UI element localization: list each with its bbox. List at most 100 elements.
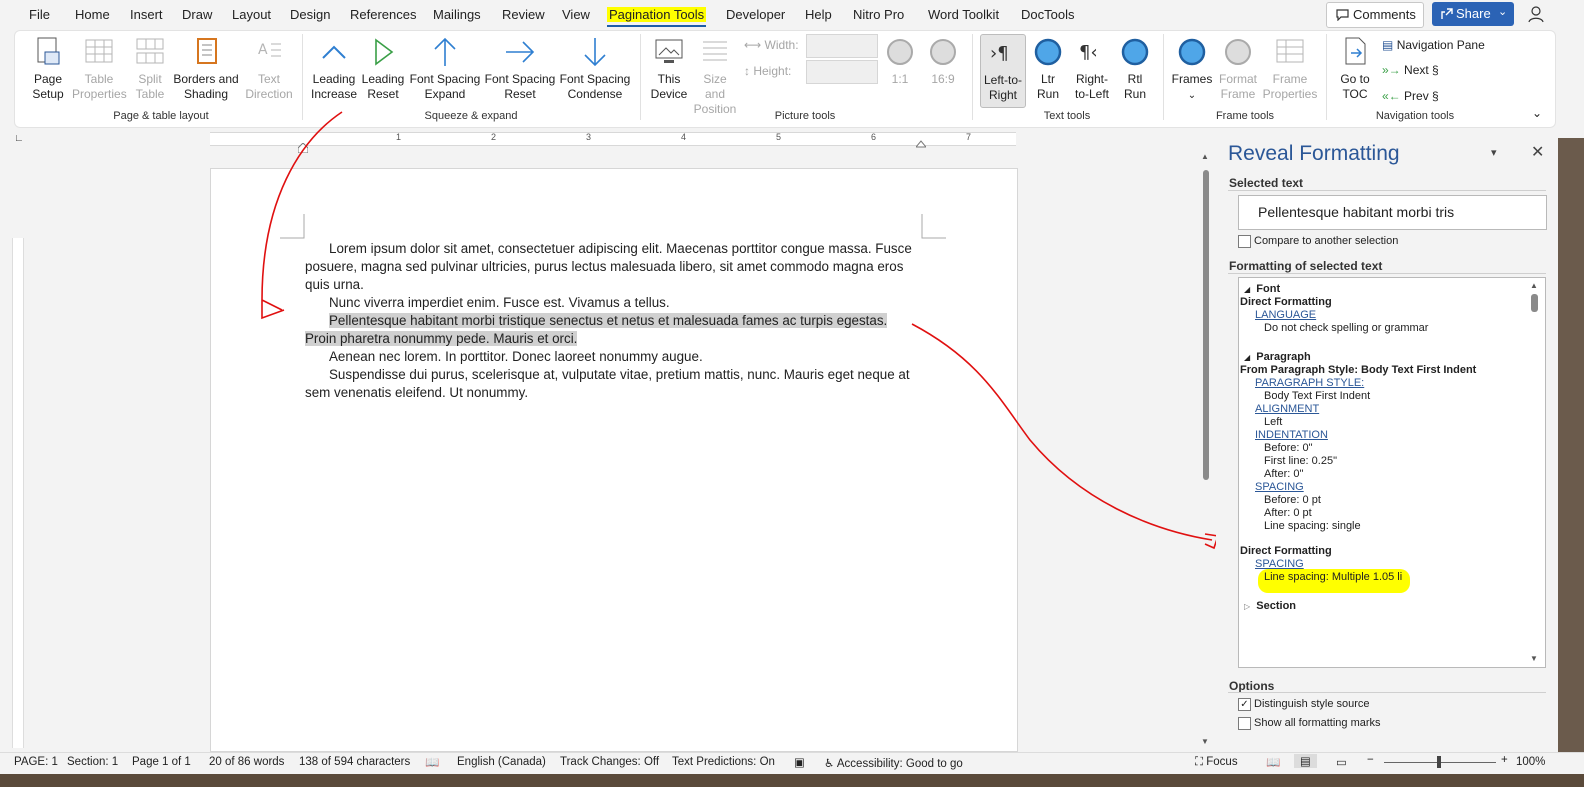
prev-section-button[interactable]: «← Prev § [1382,89,1439,103]
scroll-down-icon[interactable]: ▼ [1201,737,1209,746]
height-input[interactable] [806,60,878,84]
status-language[interactable]: English (Canada) [457,756,546,768]
menu-draw[interactable]: Draw [182,7,212,22]
right-to-left-button[interactable]: ¶‹ Right- to-Left [1070,36,1114,102]
rtl-run-button[interactable]: Rtl Run [1118,36,1152,102]
menu-insert[interactable]: Insert [130,7,163,22]
selected-text-line-1[interactable]: Pellentesque habitant morbi tristique se… [329,313,888,328]
navigation-pane-button[interactable]: ▤ Navigation Pane [1382,38,1485,52]
alignment-link[interactable]: ALIGNMENT [1255,403,1319,415]
this-device-button[interactable]: This Device [648,36,690,102]
left-to-right-button[interactable]: ›¶ Left-to- Right [980,34,1026,108]
menu-developer[interactable]: Developer [726,7,785,22]
indentation-link[interactable]: INDENTATION [1255,429,1328,441]
frames-button[interactable]: Frames ⌄ [1170,36,1214,103]
borders-shading-button[interactable]: Borders and Shading [172,36,240,102]
compare-checkbox[interactable] [1238,235,1251,248]
ltr-run-button[interactable]: Ltr Run [1030,36,1066,102]
horizontal-ruler[interactable]: 1 2 3 4 5 6 7 [210,132,1016,146]
font-spacing-expand-button[interactable]: Font Spacing Expand [408,36,482,102]
show-marks-checkbox[interactable] [1238,717,1251,730]
status-page-of[interactable]: Page 1 of 1 [132,756,191,768]
menu-home[interactable]: Home [75,7,110,22]
share-dropdown-icon[interactable]: ⌄ [1498,5,1507,18]
tree-scroll-up-icon[interactable]: ▲ [1530,281,1538,290]
pane-options-dropdown-icon[interactable]: ▾ [1491,146,1497,159]
share-button[interactable]: Share ⌄ [1432,2,1514,26]
doc-paragraph-2[interactable]: Nunc viverra imperdiet enim. Fusce est. … [305,294,915,312]
indent-marker-icon[interactable] [297,140,309,154]
tab-selector-icon[interactable]: ∟ [14,133,24,144]
font-spacing-condense-button[interactable]: Font Spacing Condense [558,36,632,102]
menu-file[interactable]: File [29,7,50,22]
leading-increase-button[interactable]: Leading Increase [310,36,358,102]
menu-layout[interactable]: Layout [232,7,271,22]
status-words[interactable]: 20 of 86 words [209,756,284,768]
next-section-button[interactable]: »→ Next § [1382,63,1439,77]
focus-button[interactable]: ⛶ Focus [1195,756,1238,769]
paragraph-style-link[interactable]: PARAGRAPH STYLE: [1255,377,1364,389]
menu-nitro-pro[interactable]: Nitro Pro [853,7,904,22]
menu-doctools[interactable]: DocTools [1021,7,1074,22]
menu-help[interactable]: Help [805,7,832,22]
status-text-predictions[interactable]: Text Predictions: On [672,756,775,768]
scroll-up-icon[interactable]: ▲ [1201,152,1209,161]
read-mode-icon[interactable]: 📖 [1266,755,1280,769]
zoom-out-icon[interactable]: − [1367,754,1374,766]
width-input[interactable] [806,34,878,58]
zoom-slider-thumb[interactable] [1437,756,1441,768]
ratio-16-9-button[interactable]: 16:9 [926,36,960,87]
zoom-level[interactable]: 100% [1516,756,1545,768]
frame-properties-icon [1276,39,1304,63]
table-properties-button[interactable]: Table Properties [72,36,127,102]
document-scrollbar-thumb[interactable] [1203,170,1209,480]
split-table-button[interactable]: Split Table [130,36,170,102]
doc-paragraph-3[interactable]: Pellentesque habitant morbi tristique se… [305,312,915,348]
close-icon[interactable]: ✕ [1531,142,1544,162]
paragraph-node[interactable]: ◢ Paragraph [1244,351,1311,363]
menu-review[interactable]: Review [502,7,545,22]
comments-button[interactable]: Comments [1326,2,1424,28]
font-spacing-reset-button[interactable]: Font Spacing Reset [483,36,557,102]
doc-paragraph-1[interactable]: Lorem ipsum dolor sit amet, consectetuer… [305,240,915,294]
menu-pagination-tools[interactable]: Pagination Tools [607,7,707,27]
tree-scroll-down-icon[interactable]: ▼ [1530,654,1538,663]
tree-scrollbar-thumb[interactable] [1531,294,1538,312]
web-layout-icon[interactable]: ▭ [1336,755,1347,769]
font-node[interactable]: ◢ Font [1244,283,1280,295]
go-to-toc-button[interactable]: Go to TOC [1334,36,1376,102]
menu-mailings[interactable]: Mailings [433,7,481,22]
frame-properties-button[interactable]: Frame Properties [1262,36,1318,102]
page-setup-button[interactable]: Page Setup [26,36,70,102]
menu-references[interactable]: References [350,7,416,22]
proofing-book-icon[interactable]: 📖 [425,755,439,769]
menu-design[interactable]: Design [290,7,330,22]
menu-word-toolkit[interactable]: Word Toolkit [928,7,999,22]
format-frame-button[interactable]: Format Frame [1216,36,1260,102]
section-node[interactable]: ▷ Section [1244,600,1296,612]
macro-recording-icon[interactable]: ▣ [794,755,805,769]
doc-paragraph-5[interactable]: Suspendisse dui purus, scelerisque at, v… [305,366,915,402]
status-section[interactable]: Section: 1 [67,756,118,768]
spacing-link[interactable]: SPACING [1255,481,1304,493]
svg-text:A: A [258,42,268,58]
selected-text-line-2[interactable]: Proin pharetra nonummy pede. Mauris et o… [305,331,578,346]
doc-paragraph-4[interactable]: Aenean nec lorem. In porttitor. Donec la… [305,348,915,366]
zoom-in-icon[interactable]: + [1501,754,1508,766]
ratio-1-1-button[interactable]: 1:1 [884,36,916,87]
language-link[interactable]: LANGUAGE [1255,309,1316,321]
status-characters[interactable]: 138 of 594 characters [299,756,410,768]
text-direction-button[interactable]: A Text Direction [242,36,296,102]
print-layout-icon[interactable]: ▤ [1294,754,1317,768]
status-track-changes[interactable]: Track Changes: Off [560,756,659,768]
ribbon-collapse-icon[interactable]: ⌄ [1532,106,1542,120]
leading-reset-button[interactable]: Leading Reset [360,36,406,102]
person-icon[interactable] [1527,4,1547,24]
menu-view[interactable]: View [562,7,590,22]
right-indent-marker-icon[interactable] [914,136,928,148]
status-accessibility[interactable]: ♿ Accessibility: Good to go [824,756,963,770]
vertical-ruler[interactable] [12,238,24,748]
status-page[interactable]: PAGE: 1 [14,756,58,768]
size-position-button[interactable]: Size and Position [692,36,738,117]
distinguish-style-checkbox[interactable]: ✓ [1238,698,1251,711]
